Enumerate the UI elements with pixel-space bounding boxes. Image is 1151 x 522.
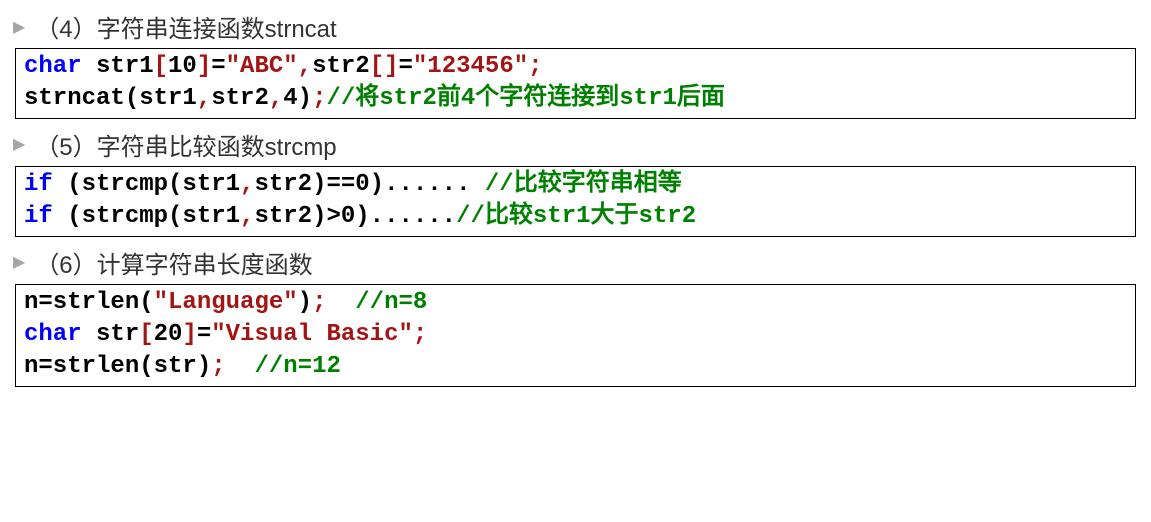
code-token: str2: [312, 53, 370, 80]
code-token: "Visual Basic": [211, 321, 413, 348]
code-token: n=strlen(: [24, 289, 154, 316]
code-token: ]: [182, 321, 196, 348]
code-token: "123456": [413, 53, 528, 80]
code-token: ]: [197, 53, 211, 80]
code-token: ,: [240, 171, 254, 198]
code-block: if (strcmp(str1,str2)==0)...... //比较字符串相…: [15, 166, 1136, 237]
code-token: (strcmp(str1: [53, 203, 240, 230]
code-token: []: [370, 53, 399, 80]
section: ▶（4）字符串连接函数strncatchar str1[10]="ABC",st…: [15, 9, 1136, 119]
code-token: [226, 353, 255, 380]
code-token: char: [24, 321, 82, 348]
code-line: if (strcmp(str1,str2)==0)...... //比较字符串相…: [24, 169, 1127, 201]
code-token: ,: [197, 85, 211, 112]
code-line: n=strlen(str); //n=12: [24, 351, 1127, 383]
heading-text: （5）字符串比较函数strcmp: [35, 127, 336, 162]
code-token: ,: [240, 203, 254, 230]
code-token: if: [24, 171, 53, 198]
code-line: n=strlen("Language"); //n=8: [24, 287, 1127, 319]
code-line: char str[20]="Visual Basic";: [24, 319, 1127, 351]
code-token: =: [399, 53, 413, 80]
code-block: n=strlen("Language"); //n=8char str[20]=…: [15, 284, 1136, 387]
bullet-icon: ▶: [13, 134, 25, 154]
code-block: char str1[10]="ABC",str2[]="123456";strn…: [15, 48, 1136, 119]
code-token: (strcmp(str1: [53, 171, 240, 198]
section-heading: ▶ （4）字符串连接函数strncat: [15, 9, 1136, 44]
bullet-icon: ▶: [13, 252, 25, 272]
code-token: n=strlen(str): [24, 353, 211, 380]
code-token: str2: [211, 85, 269, 112]
code-token: str1: [82, 53, 154, 80]
code-token: ): [298, 289, 312, 316]
code-token: char: [24, 53, 82, 80]
section-heading: ▶ （5）字符串比较函数strcmp: [15, 127, 1136, 162]
code-token: //比较字符串相等: [485, 171, 682, 198]
code-token: //n=8: [355, 289, 427, 316]
code-line: if (strcmp(str1,str2)>0)......//比较str1大于…: [24, 201, 1127, 233]
code-token: 4): [283, 85, 312, 112]
code-token: [: [139, 321, 153, 348]
code-token: str2)==0)......: [254, 171, 484, 198]
code-token: //将str2前4个字符连接到str1后面: [326, 85, 724, 112]
code-token: 10: [168, 53, 197, 80]
code-token: =: [211, 53, 225, 80]
document-content: ▶（4）字符串连接函数strncatchar str1[10]="ABC",st…: [15, 9, 1136, 387]
code-token: str: [82, 321, 140, 348]
code-token: 20: [154, 321, 183, 348]
heading-text: （6）计算字符串长度函数: [35, 245, 312, 280]
code-token: //比较str1大于str2: [456, 203, 696, 230]
code-token: ;: [528, 53, 542, 80]
section: ▶ （6）计算字符串长度函数 n=strlen("Language"); //n=8…: [15, 245, 1136, 387]
code-line: char str1[10]="ABC",str2[]="123456";: [24, 51, 1127, 83]
code-token: if: [24, 203, 53, 230]
code-token: "ABC": [226, 53, 298, 80]
section: ▶ （5）字符串比较函数strcmp if (strcmp(str1,str2)==…: [15, 127, 1136, 237]
code-token: ;: [413, 321, 427, 348]
code-token: ,: [269, 85, 283, 112]
code-token: str2)>0)......: [254, 203, 456, 230]
code-line: strncat(str1,str2,4);//将str2前4个字符连接到str1…: [24, 83, 1127, 115]
code-token: ;: [211, 353, 225, 380]
code-token: =: [197, 321, 211, 348]
bullet-icon: ▶: [13, 17, 25, 37]
section-heading: ▶ （6）计算字符串长度函数: [15, 245, 1136, 280]
code-token: "Language": [154, 289, 298, 316]
code-token: //n=12: [254, 353, 340, 380]
heading-text: （4）字符串连接函数strncat: [35, 9, 336, 44]
code-token: strncat(str1: [24, 85, 197, 112]
code-token: ,: [298, 53, 312, 80]
code-token: [326, 289, 355, 316]
code-token: [: [154, 53, 168, 80]
code-token: ;: [312, 85, 326, 112]
code-token: ;: [312, 289, 326, 316]
